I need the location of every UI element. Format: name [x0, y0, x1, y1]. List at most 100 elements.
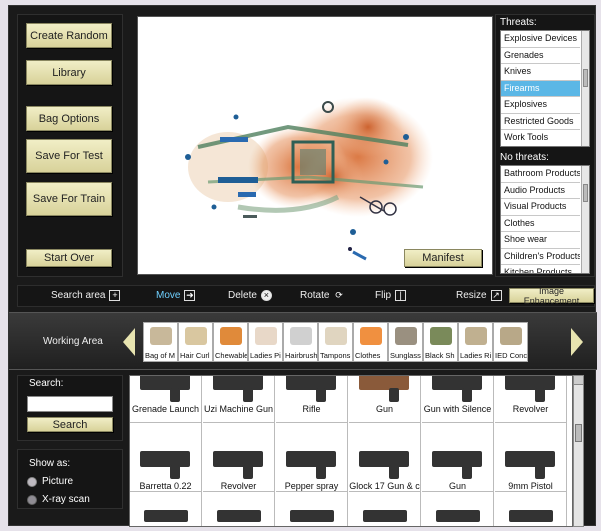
working-area-item[interactable]: Tampons [318, 322, 353, 362]
radio-selected-icon[interactable] [27, 476, 37, 487]
item-thumbnail [150, 327, 172, 345]
library-item[interactable]: Rifle [276, 376, 348, 423]
item-picture [286, 451, 336, 467]
working-area-item-label: Chewable [215, 351, 247, 360]
working-area-item[interactable]: Chewable [213, 322, 248, 362]
create-random-button[interactable]: Create Random [26, 23, 112, 48]
item-picture-grip [316, 388, 326, 402]
library-scrollbar[interactable] [573, 375, 584, 527]
library-button[interactable]: Library [26, 60, 112, 85]
flip-tool[interactable]: Flip | [375, 290, 407, 301]
item-picture [213, 376, 263, 390]
threat-item[interactable]: Restricted Goods [501, 114, 580, 130]
picture-option-label: Picture [42, 476, 74, 487]
scroll-up-icon[interactable] [574, 376, 583, 385]
no-threat-item[interactable]: Clothes [501, 216, 580, 232]
library-item[interactable]: 9mm Pistol [495, 423, 567, 492]
search-area-tool[interactable]: Search area + [51, 290, 121, 301]
no-threat-item[interactable]: Audio Products [501, 183, 580, 199]
resize-tool[interactable]: Resize ↗ [456, 290, 502, 301]
radio-unselected-icon[interactable] [27, 494, 37, 505]
library-item-label: Revolver [512, 404, 549, 414]
delete-tool[interactable]: Delete × [228, 290, 272, 301]
item-picture [144, 510, 188, 522]
working-area-item-label: Tampons [320, 351, 351, 360]
no-threats-header: No threats: [500, 152, 549, 163]
no-threat-item[interactable]: Shoe wear [501, 232, 580, 249]
move-label: Move [156, 290, 181, 301]
show-as-picture-option[interactable]: Picture [27, 476, 73, 487]
threat-item[interactable]: Firearms [501, 80, 580, 97]
xray-bag-image [185, 97, 433, 261]
item-picture [359, 451, 409, 467]
library-item[interactable] [422, 492, 494, 526]
library-item[interactable]: Pepper spray [276, 423, 348, 492]
library-item[interactable] [276, 492, 348, 526]
item-picture [140, 376, 190, 390]
item-picture [363, 510, 407, 522]
threat-item[interactable]: Knives [501, 64, 580, 81]
library-item[interactable]: Gun with Silence [422, 376, 494, 423]
image-enhancement-button[interactable]: Image Enhancement [509, 286, 594, 306]
no-threat-item[interactable]: Kitchen Products [501, 265, 580, 273]
item-picture [286, 376, 336, 390]
working-area-item[interactable]: Clothes [353, 322, 388, 362]
working-area-item-label: Sunglass [390, 351, 421, 360]
library-item[interactable]: Revolver [203, 423, 275, 492]
threat-item[interactable]: Explosive Devices [501, 31, 580, 48]
working-area-item-label: Ladies Pi [250, 351, 281, 360]
threat-item[interactable]: Grenades [501, 48, 580, 64]
library-item[interactable] [130, 492, 202, 526]
threats-header: Threats: [500, 17, 537, 28]
item-thumbnail [430, 327, 452, 345]
library-item[interactable]: Grenade Launch [130, 376, 202, 423]
working-area-item[interactable]: Bag of M [143, 322, 178, 362]
library-item-label: Gun with Silence [423, 404, 492, 414]
scroll-thumb[interactable] [575, 424, 582, 442]
library-item[interactable]: Glock 17 Gun & c [349, 423, 421, 492]
threats-scrollbar[interactable] [581, 31, 589, 146]
working-area-item[interactable]: Ladies Ri [458, 322, 493, 362]
resize-icon: ↗ [490, 290, 502, 301]
working-area-item[interactable]: Hairbrush [283, 322, 318, 362]
threat-item[interactable]: Work Tools [501, 130, 580, 146]
working-area-item[interactable]: Hair Curl [178, 322, 213, 362]
no-threat-item[interactable]: Bathroom Products [501, 166, 580, 183]
item-picture [505, 376, 555, 390]
no-threats-list[interactable]: Bathroom Products Audio Products Visual Pr… [500, 165, 590, 274]
xray-scan-canvas[interactable]: Manifest [137, 16, 493, 275]
no-threat-item[interactable]: Children's Products [501, 249, 580, 265]
save-for-test-button[interactable]: Save For Test [26, 139, 112, 173]
library-item[interactable]: Revolver [495, 376, 567, 423]
working-area-item[interactable]: Black Sh [423, 322, 458, 362]
carousel-next-icon[interactable] [571, 328, 583, 356]
library-item[interactable]: Barretta 0.22 [130, 423, 202, 492]
item-picture [213, 451, 263, 467]
rotate-tool[interactable]: Rotate ⟳ [300, 290, 344, 301]
search-input[interactable] [27, 396, 113, 412]
carousel-prev-icon[interactable] [123, 328, 135, 356]
library-item[interactable]: Gun [349, 376, 421, 423]
show-as-xray-option[interactable]: X-ray scan [27, 494, 90, 505]
library-item[interactable]: Gun [422, 423, 494, 492]
move-tool[interactable]: Move ➜ [156, 290, 196, 301]
threat-item[interactable]: Explosives [501, 97, 580, 114]
library-item[interactable] [349, 492, 421, 526]
no-threats-scrollbar[interactable] [581, 166, 589, 273]
item-picture-grip [535, 388, 545, 402]
save-for-train-button[interactable]: Save For Train [26, 182, 112, 216]
library-item[interactable] [203, 492, 275, 526]
manifest-button[interactable]: Manifest [404, 249, 482, 267]
search-button[interactable]: Search [27, 417, 113, 432]
threats-list[interactable]: Explosive Devices Grenades Knives Firearms E… [500, 30, 590, 147]
working-area-item-label: Ladies Ri [460, 351, 492, 360]
tool-bar: Search area + Move ➜ Delete × Rotate ⟳ Flip |… [17, 285, 595, 307]
working-area-item[interactable]: IED Conc [493, 322, 528, 362]
bag-options-button[interactable]: Bag Options [26, 106, 112, 131]
no-threat-item[interactable]: Visual Products [501, 199, 580, 216]
working-area-item[interactable]: Sunglass [388, 322, 423, 362]
start-over-button[interactable]: Start Over [26, 249, 112, 267]
working-area-item[interactable]: Ladies Pi [248, 322, 283, 362]
library-item[interactable] [495, 492, 567, 526]
library-item[interactable]: Uzi Machine Gun [203, 376, 275, 423]
